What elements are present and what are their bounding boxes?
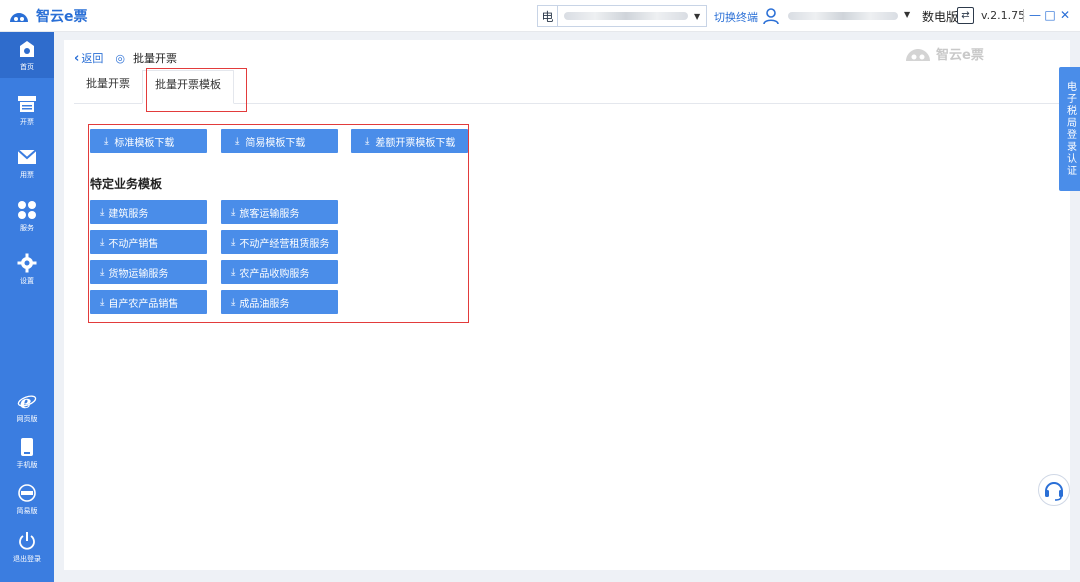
watermark: 智云e票 [904,44,984,63]
user-group-icon[interactable] [762,7,780,25]
sidebar-item-web[interactable]: e 网页版 [0,384,54,430]
ie-browser-icon: e [17,391,37,411]
highlight-box-templates [88,124,469,323]
sidebar-item-settings[interactable]: 设置 [0,246,54,292]
gear-icon [17,253,37,273]
home-icon [17,39,37,59]
headset-icon [1045,482,1063,501]
apps-icon [17,200,37,220]
sidebar-item-label: 开票 [20,117,34,126]
highlight-box-tab [146,68,247,112]
sidebar-item-label: 退出登录 [13,554,41,563]
page-title: 批量开票 [132,52,177,65]
select-prefix: 电 [538,6,558,26]
simple-mode-icon [17,483,37,503]
chevron-down-icon: ▼ [694,11,701,21]
location-pin-icon: ◎ [115,51,125,65]
mail-ticket-icon [17,147,37,167]
switch-terminal-link[interactable]: 切换终端 [714,9,758,25]
app-logo: 智云e票 [8,6,88,26]
close-icon[interactable]: ✕ [1058,7,1072,23]
main-panel: ‹ 返回 ◎ 批量开票 智云e票 批量开票 批量开票模板 ⤓ 标准模板下载 ⤓ 简易… [64,40,1070,570]
watermark-text: 智云e票 [936,48,984,63]
logo-cloud-icon [8,8,30,24]
tax-bureau-login-tab[interactable]: 电子税局登录认证 [1059,67,1080,191]
taxpayer-select[interactable]: 电 ▼ [537,5,707,27]
user-chevron-down-icon[interactable]: ▼ [904,10,910,19]
sidebar-item-service[interactable]: 服务 [0,193,54,239]
back-link[interactable]: ‹ 返回 [74,50,103,66]
redacted-username [788,12,898,20]
maximize-icon[interactable]: □ [1043,7,1057,23]
divider [1023,9,1024,22]
sidebar-item-invoice[interactable]: 开票 [0,87,54,133]
sidebar-item-label: 简易版 [16,506,38,515]
watermark-logo-icon [906,48,930,61]
mobile-icon [17,437,37,457]
sidebar-item-label: 手机版 [16,460,38,469]
chevron-left-icon: ‹ [74,50,80,66]
sidebar: 首页 开票 用票 服务 设置 e 网页版 手机版 简易版 退出登录 [0,32,54,582]
sidebar-item-label: 设置 [20,276,34,285]
right-tab-label: 电子税局登录认证 [1064,81,1076,177]
customer-support-button[interactable] [1038,474,1070,506]
svg-text:e: e [20,392,31,411]
power-icon [17,531,37,551]
sidebar-item-simple[interactable]: 简易版 [0,476,54,522]
tab-batch-invoice[interactable]: 批量开票 [74,70,142,104]
redacted-value [564,12,688,20]
sidebar-item-label: 服务 [20,223,34,232]
sidebar-item-label: 首页 [20,62,34,71]
edition-label: 数电版 [922,10,959,24]
sidebar-item-use[interactable]: 用票 [0,140,54,186]
invoice-printer-icon [17,94,37,114]
tab-label: 批量开票 [86,77,130,90]
title-bar: 智云e票 电 ▼ 切换终端 ▼ 数电版 ⇄ v.2.1.75 — □ ✕ [0,0,1080,32]
sidebar-item-mobile[interactable]: 手机版 [0,430,54,476]
back-label: 返回 [81,52,104,65]
version-label: v.2.1.75 [981,9,1026,22]
sidebar-item-home[interactable]: 首页 [0,32,54,78]
minimize-icon[interactable]: — [1028,7,1042,23]
sidebar-item-label: 网页版 [16,414,38,423]
sidebar-item-logout[interactable]: 退出登录 [0,524,54,570]
sidebar-item-label: 用票 [20,170,34,179]
breadcrumb: ‹ 返回 ◎ 批量开票 [74,50,177,66]
swap-icon[interactable]: ⇄ [957,7,974,24]
app-name: 智云e票 [36,9,88,25]
